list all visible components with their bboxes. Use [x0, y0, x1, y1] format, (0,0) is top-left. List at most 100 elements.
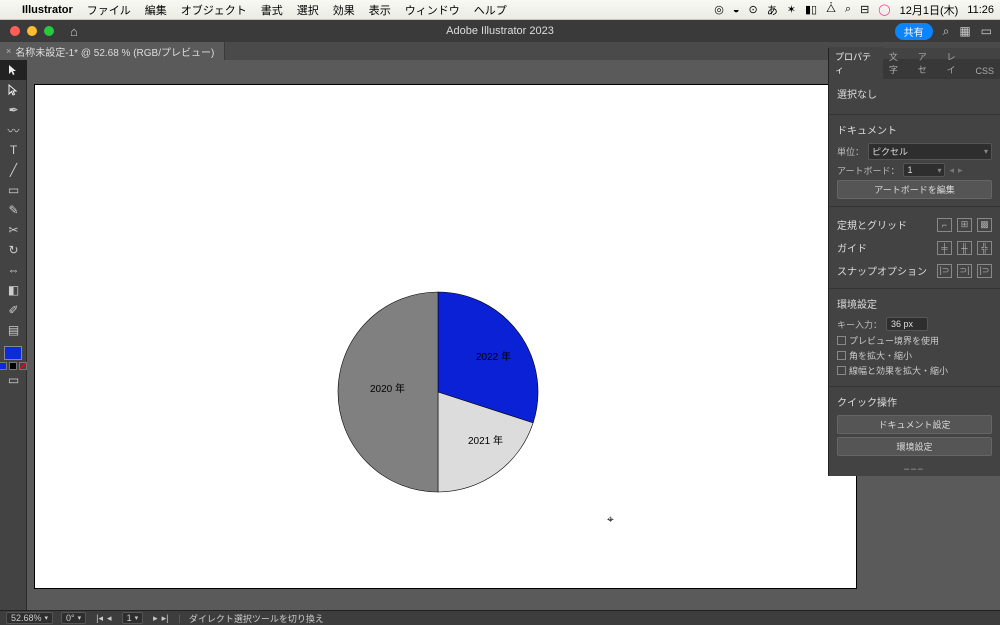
rotation-dropdown[interactable]: 0°▾: [61, 612, 86, 624]
mac-menubar: Illustrator ファイル 編集 オブジェクト 書式 選択 効果 表示 ウ…: [0, 0, 1000, 20]
grid-icon[interactable]: ⊞: [957, 218, 972, 232]
menu-format[interactable]: 書式: [261, 2, 283, 18]
type-tool[interactable]: T: [0, 140, 27, 160]
menubar-time[interactable]: 11:26: [967, 4, 994, 16]
status-icon[interactable]: ◎: [714, 3, 724, 16]
menu-window[interactable]: ウィンドウ: [405, 2, 460, 18]
ruler-icon[interactable]: ⌐: [937, 218, 952, 232]
window-controls[interactable]: [10, 26, 54, 36]
document-settings-button[interactable]: ドキュメント設定: [837, 415, 992, 434]
key-input-label: キー入力：: [837, 318, 882, 331]
workspace-icon[interactable]: ▭: [981, 24, 992, 38]
close-tab-icon[interactable]: ×: [6, 46, 11, 56]
zoom-dropdown[interactable]: 52.68%▾: [6, 612, 53, 624]
artboard-nav-dropdown[interactable]: 1▾: [122, 612, 144, 624]
ruler-grid-header: 定規とグリッド: [837, 217, 933, 232]
shape-builder-tool[interactable]: ◧: [0, 280, 27, 300]
quick-actions-header: クイック操作: [837, 394, 992, 409]
key-input-field[interactable]: 36 px: [886, 317, 928, 331]
direct-selection-tool[interactable]: [0, 80, 27, 100]
pie-chart[interactable]: 2022 年2021 年2020 年: [337, 291, 539, 498]
share-button[interactable]: 共有: [895, 23, 933, 40]
minimize-window-icon[interactable]: [27, 26, 37, 36]
bluetooth-icon[interactable]: ✶: [787, 3, 796, 16]
edit-artboard-button[interactable]: アートボードを編集: [837, 180, 992, 199]
siri-icon[interactable]: ◯: [878, 3, 890, 16]
tab-character[interactable]: 文字: [883, 47, 912, 79]
menu-file[interactable]: ファイル: [87, 2, 131, 18]
battery-icon[interactable]: ▮▯: [805, 3, 817, 16]
status-icon[interactable]: ◒: [733, 4, 740, 16]
search-icon[interactable]: ⌕: [943, 24, 950, 39]
line-tool[interactable]: ╱: [0, 160, 27, 180]
fill-swatch[interactable]: [4, 346, 22, 360]
menu-select[interactable]: 選択: [297, 2, 319, 18]
rectangle-tool[interactable]: ▭: [0, 180, 27, 200]
selection-tool[interactable]: [0, 60, 27, 80]
tool-hint: ダイレクト選択ツールを切り換え: [189, 612, 324, 625]
paintbrush-tool[interactable]: ✎: [0, 200, 27, 220]
scale-corners-checkbox[interactable]: [837, 351, 846, 360]
artboard-nav[interactable]: |◂◂: [94, 613, 113, 624]
wifi-icon[interactable]: ⧊: [826, 3, 836, 16]
menu-object[interactable]: オブジェクト: [181, 2, 247, 18]
preview-bounds-label: プレビュー境界を使用: [849, 334, 939, 347]
status-bar: 52.68%▾ 0°▾ |◂◂ 1▾ ▸▸| | ダイレクト選択ツールを切り換え: [0, 610, 1000, 625]
panel-resize-grip[interactable]: ━━━: [829, 463, 1000, 476]
menubar-date[interactable]: 12月1日(木): [900, 2, 959, 18]
guide-header: ガイド: [837, 240, 933, 255]
artboard-label: アートボード：: [837, 164, 899, 177]
eyedropper-tool[interactable]: ✐: [0, 300, 27, 320]
guide-smart-icon[interactable]: ╬: [977, 241, 992, 255]
pie-slice-label: 2022 年: [476, 350, 511, 363]
artboard-prev-icon[interactable]: ◂: [949, 165, 954, 176]
guide-lock-icon[interactable]: ╫: [957, 241, 972, 255]
home-icon[interactable]: ⌂: [70, 24, 78, 39]
rotate-tool[interactable]: ↻: [0, 240, 27, 260]
env-header: 環境設定: [837, 296, 992, 311]
menu-edit[interactable]: 編集: [145, 2, 167, 18]
menu-effect[interactable]: 効果: [333, 2, 355, 18]
menu-help[interactable]: ヘルプ: [474, 2, 507, 18]
arrange-icon[interactable]: ▦: [959, 24, 970, 38]
maximize-window-icon[interactable]: [44, 26, 54, 36]
snap-point-icon[interactable]: |⊃: [937, 264, 952, 278]
gradient-tool[interactable]: ▤: [0, 320, 27, 340]
scissors-tool[interactable]: ✂: [0, 220, 27, 240]
tab-assets[interactable]: アセ: [912, 47, 941, 79]
close-window-icon[interactable]: [10, 26, 20, 36]
snap-grid-icon[interactable]: ⊃|: [957, 264, 972, 278]
status-icon[interactable]: ⊙: [749, 3, 758, 16]
app-title: Adobe Illustrator 2023: [446, 25, 554, 37]
scale-strokes-checkbox[interactable]: [837, 366, 846, 375]
curvature-tool[interactable]: 〰: [0, 120, 27, 140]
pen-tool[interactable]: ✒: [0, 100, 27, 120]
preview-bounds-checkbox[interactable]: [837, 336, 846, 345]
transparency-grid-icon[interactable]: ▩: [977, 218, 992, 232]
panel-tabs: プロパティ 文字 アセ レイ CSS: [829, 59, 1000, 79]
units-label: 単位：: [837, 145, 864, 158]
artboard-next-icon[interactable]: ▸: [958, 165, 963, 176]
scale-strokes-label: 線幅と効果を拡大・縮小: [849, 364, 948, 377]
toolbox: ✒ 〰 T ╱ ▭ ✎ ✂ ↻ ⇔ ◧ ✐ ▤ ▭: [0, 60, 27, 610]
menu-app-name[interactable]: Illustrator: [22, 4, 73, 16]
menu-view[interactable]: 表示: [369, 2, 391, 18]
color-swatches[interactable]: [0, 346, 26, 370]
tab-properties[interactable]: プロパティ: [829, 47, 883, 79]
snap-pixel-icon[interactable]: |⊃: [977, 264, 992, 278]
width-tool[interactable]: ⇔: [0, 260, 27, 280]
control-center-icon[interactable]: ⊟: [860, 3, 869, 16]
artboard-nav-next[interactable]: ▸▸|: [151, 613, 170, 624]
spotlight-icon[interactable]: ⌕: [845, 3, 851, 16]
env-settings-button[interactable]: 環境設定: [837, 437, 992, 456]
tab-layers[interactable]: レイ: [941, 47, 970, 79]
guide-show-icon[interactable]: ╪: [937, 241, 952, 255]
artboard[interactable]: 2022 年2021 年2020 年: [35, 85, 856, 588]
status-icon[interactable]: あ: [767, 2, 778, 18]
artboard-dropdown[interactable]: 1▾: [903, 163, 945, 177]
document-tab[interactable]: × 名称未設定-1* @ 52.68 % (RGB/プレビュー): [0, 42, 225, 60]
screen-mode-tool[interactable]: ▭: [0, 370, 27, 390]
units-dropdown[interactable]: ピクセル▾: [868, 143, 992, 160]
swap-swatch[interactable]: [0, 362, 27, 370]
tab-css[interactable]: CSS: [969, 63, 1000, 79]
